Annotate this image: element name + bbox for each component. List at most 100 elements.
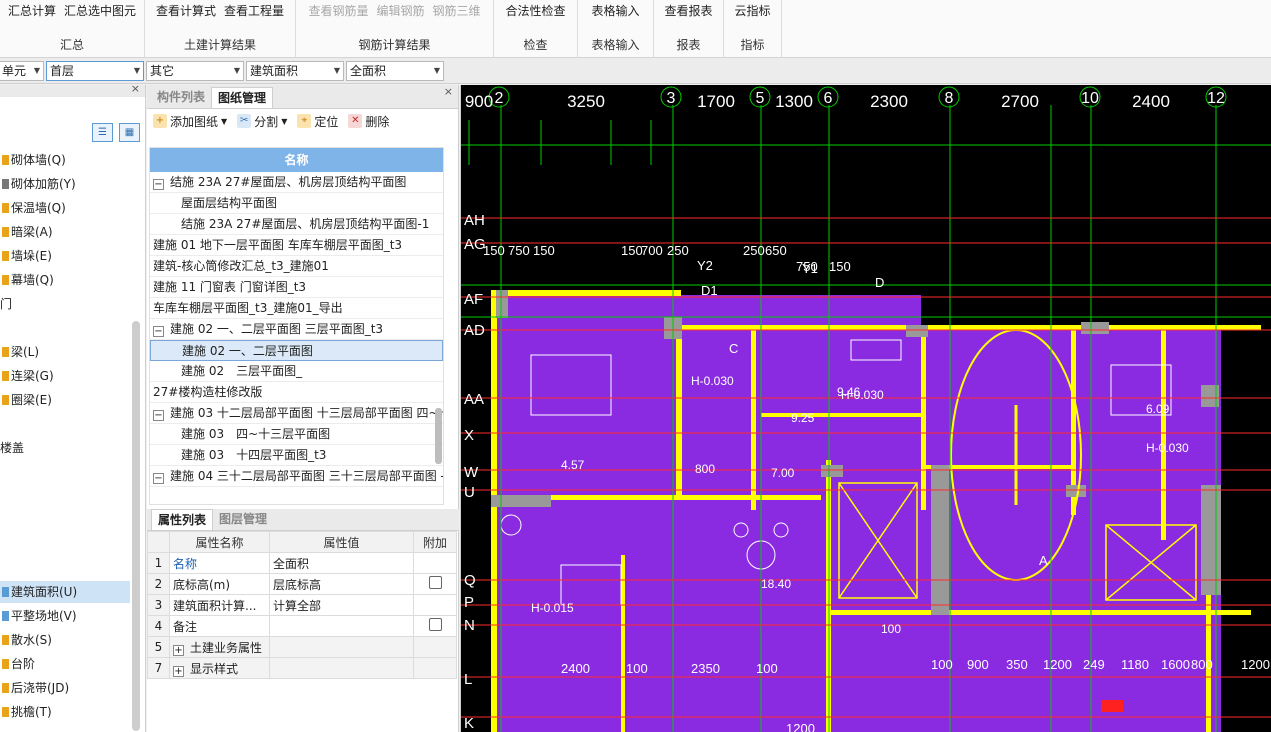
collapse-icon[interactable]: − bbox=[153, 179, 164, 190]
drawing-row[interactable]: − 结施 23A 27#屋面层、机房层顶结构平面图 bbox=[150, 172, 443, 193]
drawing-row[interactable]: − 建施 04 三十二层局部平面图 三十三层局部平面图 - bbox=[150, 466, 443, 487]
cloud-index-button[interactable]: 云指标 bbox=[734, 2, 770, 19]
expand-icon[interactable]: + bbox=[173, 644, 184, 656]
left-scrollbar[interactable] bbox=[132, 321, 140, 731]
property-value[interactable] bbox=[269, 657, 414, 679]
drawing-row[interactable]: 27#楼构造柱修改版 bbox=[150, 382, 443, 403]
summary-calc-button[interactable]: 汇总计算 bbox=[8, 2, 56, 19]
collapse-icon[interactable]: − bbox=[153, 473, 164, 484]
property-name-text: 名称 bbox=[173, 556, 198, 571]
delete-button[interactable]: ✕ 删除 bbox=[348, 113, 389, 130]
close-icon[interactable]: × bbox=[444, 85, 453, 98]
type-select[interactable]: 建筑面积 ▼ bbox=[246, 61, 344, 81]
property-row[interactable]: 1 名称 全面积 bbox=[147, 552, 457, 574]
scroll-thumb[interactable] bbox=[435, 408, 442, 464]
tree-item[interactable]: 后浇带(JD) bbox=[0, 677, 130, 699]
property-row[interactable]: 2 底标高(m) 层底标高 bbox=[147, 573, 457, 595]
drawing-row[interactable]: − 建施 03 十二层局部平面图 十三层局部平面图 四~十 bbox=[150, 403, 443, 424]
drawing-list-vscroll[interactable] bbox=[435, 170, 442, 504]
view-report-button[interactable]: 查看报表 bbox=[664, 2, 712, 19]
property-value[interactable]: 层底标高 bbox=[269, 573, 414, 595]
checkbox[interactable] bbox=[428, 576, 442, 589]
split-button[interactable]: ✂ 分割 ▼ bbox=[237, 113, 287, 130]
drawing-row[interactable]: 建施 11 门窗表 门窗详图_t3 bbox=[150, 277, 443, 298]
validity-check-button[interactable]: 合法性检查 bbox=[505, 2, 565, 19]
drawing-row[interactable]: 建施 01 地下一层平面图 车库车棚层平面图_t3 bbox=[150, 235, 443, 256]
drawing-row[interactable]: 建筑-核心筒修改汇总_t3_建施01 bbox=[150, 256, 443, 277]
floor-plan-drawing[interactable]: 2 3 5 6 8 10 12 900 3250 1700 1300 2300 2700 2400 AH A… bbox=[461, 85, 1271, 732]
tree-item[interactable]: 散水(S) bbox=[0, 629, 130, 651]
tab-drawing-manager[interactable]: 图纸管理 bbox=[211, 87, 274, 108]
property-row[interactable]: 7 + 显示样式 bbox=[147, 657, 457, 679]
edit-rebar-button[interactable]: 编辑钢筋 bbox=[376, 2, 424, 19]
component-select[interactable]: 全面积 ▼ bbox=[346, 61, 444, 81]
close-icon[interactable]: × bbox=[131, 82, 140, 95]
tree-item-label: 连梁(G) bbox=[11, 369, 54, 383]
checkbox[interactable] bbox=[428, 618, 442, 631]
drawing-row[interactable]: 车库车棚层平面图_t3_建施01_导出 bbox=[150, 298, 443, 319]
tree-item[interactable]: 建筑面积(U) bbox=[0, 581, 130, 603]
row-number-header bbox=[147, 531, 170, 553]
tree-item[interactable]: 连梁(G) bbox=[0, 365, 130, 387]
view-rebar-button[interactable]: 查看钢筋量 bbox=[308, 2, 368, 19]
expand-icon[interactable]: + bbox=[173, 665, 184, 677]
property-name-text: 建筑面积计算... bbox=[173, 598, 257, 613]
property-value[interactable]: 计算全部 bbox=[269, 594, 414, 616]
tree-item[interactable]: 墙垛(E) bbox=[0, 245, 130, 267]
rebar-3d-button[interactable]: 钢筋三维 bbox=[433, 2, 481, 19]
drawing-row[interactable]: 建施 02 一、二层平面图 bbox=[150, 340, 443, 361]
tree-item[interactable]: 台阶 bbox=[0, 653, 130, 675]
drawing-row[interactable]: 建施 03 四~十三层平面图 bbox=[150, 424, 443, 445]
category-select[interactable]: 其它 ▼ bbox=[146, 61, 244, 81]
view-formula-button[interactable]: 查看计算式 bbox=[156, 2, 216, 19]
property-value[interactable] bbox=[269, 615, 414, 637]
tree-item[interactable]: 平整场地(V) bbox=[0, 605, 130, 627]
collapse-icon[interactable]: − bbox=[153, 326, 164, 337]
tree-item[interactable]: 楼盖 bbox=[0, 437, 130, 459]
add-drawing-button[interactable]: + 添加图纸 ▼ bbox=[153, 113, 227, 130]
property-extra[interactable] bbox=[413, 573, 457, 595]
dimension-text: 150 bbox=[621, 243, 643, 258]
floor-select[interactable]: 首层 ▼ bbox=[46, 61, 144, 81]
axis-label-top: 8 bbox=[945, 90, 954, 107]
property-extra[interactable] bbox=[413, 615, 457, 637]
tree-item[interactable]: 圈梁(E) bbox=[0, 389, 130, 411]
tree-item[interactable]: 暗梁(A) bbox=[0, 221, 130, 243]
tab-layer-manager[interactable]: 图层管理 bbox=[213, 509, 273, 530]
tree-item-label: 挑檐(T) bbox=[11, 705, 52, 719]
tab-property-list[interactable]: 属性列表 bbox=[151, 509, 214, 530]
locate-button[interactable]: ⌖ 定位 bbox=[297, 113, 338, 130]
tree-item-label: 楼盖 bbox=[0, 441, 25, 455]
tree-item-label: 保温墙(Q) bbox=[11, 201, 66, 215]
grid-view-icon[interactable]: ▦ bbox=[119, 123, 140, 142]
summary-selected-button[interactable]: 汇总选中图元 bbox=[64, 2, 136, 19]
property-value[interactable]: 全面积 bbox=[269, 552, 414, 574]
view-quantity-button[interactable]: 查看工程量 bbox=[224, 2, 284, 19]
drawing-row[interactable]: 屋面层结构平面图 bbox=[150, 193, 443, 214]
tree-item[interactable]: 梁(L) bbox=[0, 341, 130, 363]
property-row[interactable]: 5 + 土建业务属性 bbox=[147, 636, 457, 658]
tree-item[interactable]: 门 bbox=[0, 293, 130, 315]
drawing-row[interactable]: − 建施 02 一、二层平面图 三层平面图_t3 bbox=[150, 319, 443, 340]
beam-icon bbox=[2, 347, 9, 357]
property-row[interactable]: 3 建筑面积计算... 计算全部 bbox=[147, 594, 457, 616]
cad-drawing-canvas[interactable]: 2 3 5 6 8 10 12 900 3250 1700 1300 2300 2700 2400 AH A… bbox=[460, 85, 1271, 732]
drawing-row[interactable]: 建施 03 十四层平面图_t3 bbox=[150, 445, 443, 466]
tree-item[interactable]: 砌体加筋(Y) bbox=[0, 173, 130, 195]
drawing-row[interactable]: 建施 02 三层平面图_ bbox=[150, 361, 443, 382]
property-value[interactable] bbox=[269, 636, 414, 658]
drawing-row[interactable]: 结施 23A 27#屋面层、机房层顶结构平面图-1 bbox=[150, 214, 443, 235]
tab-component-list[interactable]: 构件列表 bbox=[151, 87, 211, 108]
property-tabs: 属性列表 图层管理 bbox=[147, 509, 459, 531]
hidden-beam-icon bbox=[2, 227, 9, 237]
tree-item[interactable]: 砌体墙(Q) bbox=[0, 149, 130, 171]
list-view-icon[interactable]: ☰ bbox=[92, 123, 113, 142]
axis-label-top: 5 bbox=[756, 90, 765, 107]
table-input-button[interactable]: 表格输入 bbox=[591, 2, 639, 19]
collapse-icon[interactable]: − bbox=[153, 410, 164, 421]
tree-item[interactable]: 幕墙(Q) bbox=[0, 269, 130, 291]
tree-item[interactable]: 保温墙(Q) bbox=[0, 197, 130, 219]
unit-select[interactable]: 单元 ▼ bbox=[0, 61, 44, 81]
tree-item[interactable]: 挑檐(T) bbox=[0, 701, 130, 723]
property-row[interactable]: 4 备注 bbox=[147, 615, 457, 637]
